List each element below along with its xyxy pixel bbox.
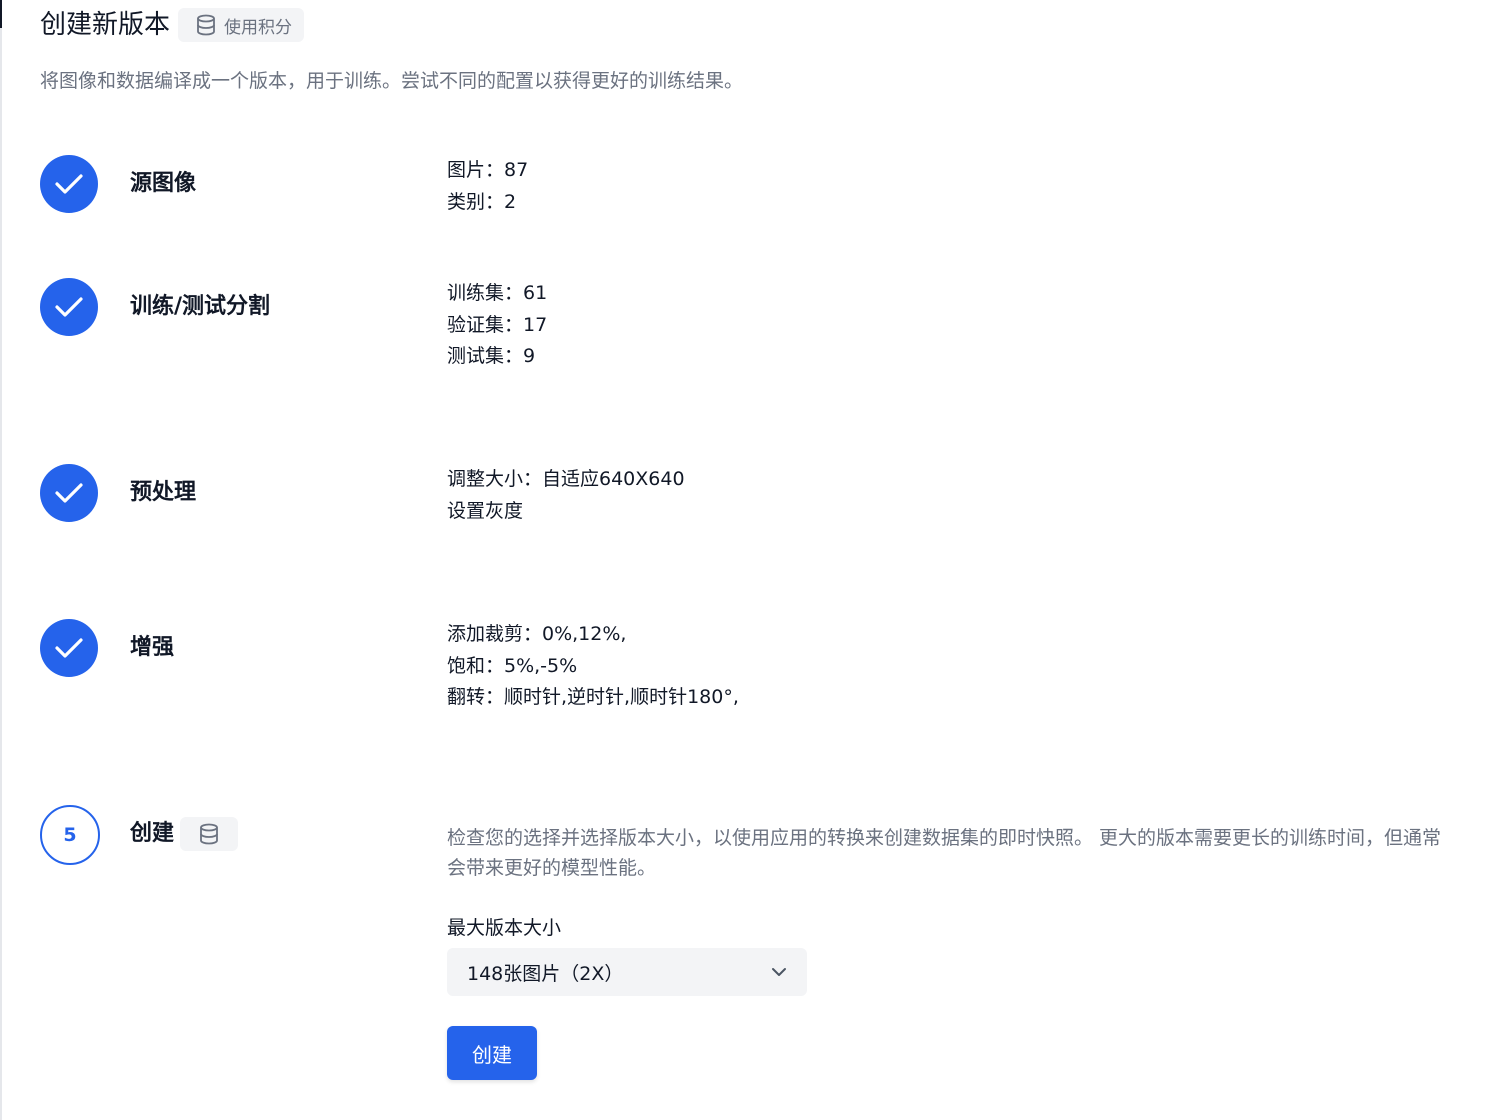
step-title: 增强 xyxy=(130,635,175,660)
create-description: 检查您的选择并选择版本大小，以使用应用的转换来创建数据集的即时快照。 更大的版本… xyxy=(447,827,1442,879)
detail-images: 图片：87 xyxy=(447,159,529,181)
left-border-marker xyxy=(0,0,2,28)
step-complete-badge xyxy=(40,464,98,522)
step-number-badge: 5 xyxy=(40,805,100,865)
left-border xyxy=(0,0,2,1120)
database-icon xyxy=(200,823,218,845)
database-icon xyxy=(197,14,215,36)
selected-size-value: 148张图片（2X） xyxy=(467,962,624,985)
detail-flip: 翻转：顺时针,逆时针,顺时针180°, xyxy=(447,686,739,708)
check-icon xyxy=(55,483,83,503)
credits-mini-badge[interactable] xyxy=(180,817,239,851)
chevron-down-icon xyxy=(772,968,786,976)
page-title: 创建新版本 xyxy=(40,10,171,40)
credits-label: 使用积分 xyxy=(224,17,293,38)
step-title: 训练/测试分割 xyxy=(130,294,271,319)
credits-badge[interactable]: 使用积分 xyxy=(178,8,305,42)
detail-classes: 类别：2 xyxy=(447,190,517,213)
step-title: 创建 xyxy=(130,805,239,863)
check-icon xyxy=(55,174,83,194)
step-details: 图片：87 类别：2 xyxy=(447,155,528,218)
check-icon xyxy=(55,297,83,317)
detail-resize: 调整大小：自适应640X640 xyxy=(447,468,685,490)
detail-test: 测试集：9 xyxy=(447,345,536,367)
detail-grayscale: 设置灰度 xyxy=(447,499,524,522)
step-details: 添加裁剪：0%,12%, 饱和：5%,-5% 翻转：顺时针,逆时针,顺时针180… xyxy=(447,619,739,714)
detail-crop: 添加裁剪：0%,12%, xyxy=(447,623,627,645)
step-complete-badge xyxy=(40,155,98,213)
create-button[interactable]: 创建 xyxy=(447,1026,537,1080)
max-version-size-label: 最大版本大小 xyxy=(447,917,562,939)
detail-saturation: 饱和：5%,-5% xyxy=(447,654,578,677)
step-title: 预处理 xyxy=(130,480,197,505)
page-subtitle: 将图像和数据编译成一个版本，用于训练。尝试不同的配置以获得更好的训练结果。 xyxy=(40,70,744,92)
step-details: 调整大小：自适应640X640 设置灰度 xyxy=(447,464,685,527)
detail-valid: 验证集：17 xyxy=(447,313,548,336)
check-icon xyxy=(55,638,83,658)
step-details: 训练集：61 验证集：17 测试集：9 xyxy=(447,278,547,373)
step-title: 源图像 xyxy=(130,171,197,196)
page-header: 创建新版本 使用积分 xyxy=(40,6,305,44)
step-complete-badge xyxy=(40,619,98,677)
step-title-text: 创建 xyxy=(130,821,175,846)
max-version-size-select[interactable]: 148张图片（2X） xyxy=(447,948,807,996)
step-complete-badge xyxy=(40,278,98,336)
detail-train: 训练集：61 xyxy=(447,282,548,304)
